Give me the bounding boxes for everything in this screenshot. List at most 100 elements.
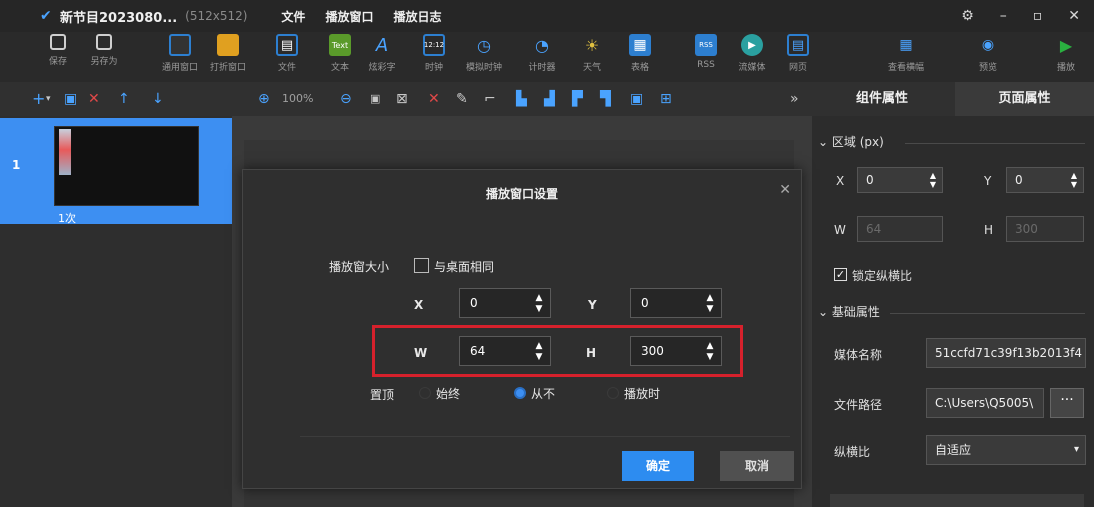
add-dropdown-icon[interactable]: ▾ xyxy=(46,90,51,108)
region-h-label: H xyxy=(984,223,994,237)
table-button[interactable]: ▦ 表格 xyxy=(618,34,662,73)
play-button[interactable]: ▶ 播放 xyxy=(1044,34,1088,74)
dialog-title: 播放窗口设置 xyxy=(485,187,558,201)
page-number: 1 xyxy=(12,158,21,172)
align-right-icon[interactable]: ▟ xyxy=(544,90,555,108)
split-window-icon xyxy=(217,34,239,56)
preview-icon: ◉ xyxy=(981,37,995,53)
zoom-out-icon[interactable]: ⊖ xyxy=(340,90,352,108)
same-as-desktop-checkbox[interactable] xyxy=(414,258,429,273)
main-toolbar: 保存 另存为 通用窗口 打折窗口 ▤ 文件 Text 文本 A 炫彩字 12:12 时钟… xyxy=(0,32,1094,82)
timer-button[interactable]: ◔ 计时器 xyxy=(520,34,564,74)
divider xyxy=(890,313,1085,314)
move-up-icon[interactable]: ↑ xyxy=(118,90,130,108)
fill-icon[interactable]: ▣ xyxy=(630,90,643,108)
distribute-icon[interactable]: ⊞ xyxy=(660,90,672,108)
menu-play-log[interactable]: 播放日志 xyxy=(393,8,441,25)
cancel-button[interactable]: 取消 xyxy=(720,451,794,481)
on-top-never-radio[interactable] xyxy=(514,387,526,399)
actual-size-icon[interactable]: ▣ xyxy=(370,90,380,108)
align-left-icon[interactable]: ▙ xyxy=(516,90,527,108)
align-top-icon[interactable]: ▛ xyxy=(572,90,583,108)
webpage-icon: ▤ xyxy=(787,34,809,56)
save-as-button[interactable]: 另存为 xyxy=(82,34,126,67)
file-button[interactable]: ▤ 文件 xyxy=(265,34,309,73)
region-w-input[interactable]: 64 xyxy=(857,216,943,242)
minimize-icon[interactable]: – xyxy=(1000,8,1007,24)
menu-play-window[interactable]: 播放窗口 xyxy=(325,8,373,25)
on-top-playing-radio[interactable] xyxy=(607,387,619,399)
region-w-label: W xyxy=(834,223,846,237)
ok-button[interactable]: 确定 xyxy=(622,451,694,481)
menu-file[interactable]: 文件 xyxy=(281,8,305,25)
file-path-input[interactable]: C:\Users\Q5005\ xyxy=(926,388,1044,418)
region-y-input[interactable]: 0 ▲ ▼ xyxy=(1006,167,1084,193)
align-bottom-icon[interactable]: ▜ xyxy=(600,90,611,108)
colorful-text-icon: A xyxy=(375,34,389,56)
dialog-y-label: Y xyxy=(588,298,597,312)
webpage-button[interactable]: ▤ 网页 xyxy=(776,34,820,73)
region-h-input[interactable]: 300 xyxy=(1006,216,1084,242)
page-list-panel: 1 1次 xyxy=(0,116,232,507)
close-icon[interactable]: ✕ xyxy=(1068,8,1080,24)
window-size-label: 播放窗大小 xyxy=(329,260,390,274)
maximize-icon[interactable]: ▫ xyxy=(1033,8,1043,24)
clock-button[interactable]: 12:12 时钟 xyxy=(412,34,456,73)
dialog-divider xyxy=(300,436,790,437)
spin-arrows-icon[interactable]: ▲ ▼ xyxy=(534,293,544,315)
tab-page-properties[interactable]: 页面属性 xyxy=(955,82,1094,116)
zoom-in-icon[interactable]: ⊕ xyxy=(258,90,270,108)
text-button[interactable]: Text 文本 xyxy=(318,34,362,73)
colorful-text-button[interactable]: A 炫彩字 xyxy=(360,34,404,74)
divider xyxy=(905,143,1085,144)
split-window-button[interactable]: 打折窗口 xyxy=(206,34,250,73)
media-name-input[interactable]: 51ccfd71c39f13b2013f4 xyxy=(926,338,1086,368)
media-name-label: 媒体名称 xyxy=(834,348,883,362)
region-section-title[interactable]: ⌄ 区域 (px) xyxy=(818,133,884,150)
save-button[interactable]: 保存 xyxy=(36,34,80,67)
basic-section-title[interactable]: ⌄ 基础属性 xyxy=(818,303,880,320)
browse-button[interactable]: ··· xyxy=(1050,388,1084,418)
rss-button[interactable]: RSS RSS xyxy=(684,34,728,70)
move-down-icon[interactable]: ↓ xyxy=(152,90,164,108)
tab-component-properties[interactable]: 组件属性 xyxy=(812,82,952,116)
region-x-label: X xyxy=(836,174,845,188)
play-icon: ▶ xyxy=(1059,35,1073,55)
spin-arrows-icon[interactable]: ▲ ▼ xyxy=(1069,171,1079,189)
dialog-x-input[interactable]: 0 ▲ ▼ xyxy=(459,288,551,318)
page-item[interactable]: 1 1次 xyxy=(0,118,232,225)
dialog-y-input[interactable]: 0 ▲ ▼ xyxy=(630,288,722,318)
preview-button[interactable]: ◉ 预览 xyxy=(966,34,1010,73)
analog-clock-button[interactable]: ◷ 模拟时钟 xyxy=(462,34,506,74)
view-banner-button[interactable]: ▦ 查看横幅 xyxy=(884,34,928,73)
close-icon[interactable]: ✕ xyxy=(779,182,791,198)
save-as-icon xyxy=(96,34,112,50)
add-page-icon[interactable]: + xyxy=(32,90,45,108)
spin-arrows-icon[interactable]: ▲ ▼ xyxy=(705,293,715,315)
window-icon xyxy=(169,34,191,56)
program-size: (512x512) xyxy=(185,9,248,23)
lock-ratio-label: 锁定纵横比 xyxy=(852,269,913,283)
weather-button[interactable]: ☀ 天气 xyxy=(570,34,614,74)
settings-gear-icon[interactable]: ⚙ xyxy=(961,8,974,24)
on-top-always-radio[interactable] xyxy=(419,387,431,399)
aspect-ratio-select[interactable]: 自适应 ▾ xyxy=(926,435,1086,465)
folder-icon: ▤ xyxy=(276,34,298,56)
stream-button[interactable]: ▶ 流媒体 xyxy=(730,34,774,73)
fit-screen-icon[interactable]: ⊠ xyxy=(396,90,408,108)
delete-page-icon[interactable]: ✕ xyxy=(88,90,100,108)
delete-item-icon[interactable]: ✕ xyxy=(428,90,440,108)
on-top-never-label: 从不 xyxy=(531,387,556,401)
analog-clock-icon: ◷ xyxy=(477,35,491,55)
expand-icon[interactable]: » xyxy=(790,90,799,108)
copy-page-icon[interactable]: ▣ xyxy=(64,90,77,108)
clock-icon: 12:12 xyxy=(423,34,445,56)
brush-icon[interactable]: ✎ xyxy=(456,90,468,108)
window-controls: ⚙ – ▫ ✕ xyxy=(961,0,1080,32)
region-x-input[interactable]: 0 ▲ ▼ xyxy=(857,167,943,193)
crop-icon[interactable]: ⌐ xyxy=(484,90,496,108)
general-window-button[interactable]: 通用窗口 xyxy=(158,34,202,73)
size-highlight-box xyxy=(372,325,743,377)
spin-arrows-icon[interactable]: ▲ ▼ xyxy=(928,171,938,189)
lock-ratio-checkbox[interactable]: ✓ xyxy=(834,268,847,281)
